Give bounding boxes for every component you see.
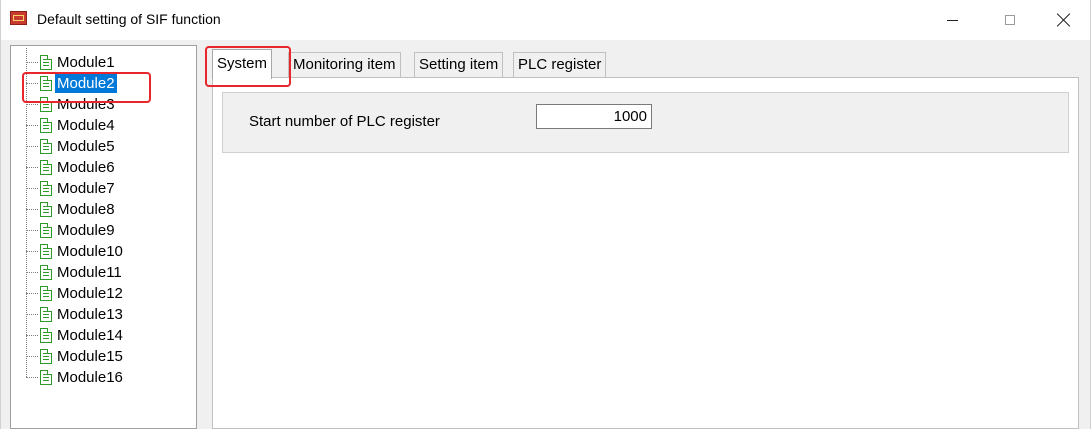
start-number-input[interactable] <box>536 104 652 129</box>
dialog-client: Module1 Module2 Module3 Module4 Module5 Modul… <box>1 40 1090 429</box>
document-icon <box>40 265 52 280</box>
tree-item-module12[interactable]: Module12 <box>11 283 196 304</box>
tree-item-module5[interactable]: Module5 <box>11 136 196 157</box>
document-icon <box>40 55 52 70</box>
tree-item-label: Module4 <box>57 117 115 134</box>
document-icon <box>40 160 52 175</box>
tree-item-module14[interactable]: Module14 <box>11 325 196 346</box>
document-icon <box>40 223 52 238</box>
document-icon <box>40 370 52 385</box>
tree-item-label: Module16 <box>57 369 123 386</box>
minimize-button[interactable] <box>929 0 975 40</box>
tab-plc-register[interactable]: PLC register <box>513 52 607 78</box>
tree-item-label: Module1 <box>57 54 115 71</box>
tree-item-label: Module10 <box>57 243 123 260</box>
tree-item-module11[interactable]: Module11 <box>11 262 196 283</box>
tree-item-label: Module14 <box>57 327 123 344</box>
document-icon <box>40 328 52 343</box>
maximize-button[interactable] <box>987 0 1033 40</box>
tree-item-module1[interactable]: Module1 <box>11 52 196 73</box>
tree-item-label: Module13 <box>57 306 123 323</box>
tree-item-module13[interactable]: Module13 <box>11 304 196 325</box>
document-icon <box>40 181 52 196</box>
tree-connector-line <box>26 251 38 252</box>
tree-connector-line <box>26 356 38 357</box>
window-title: Default setting of SIF function <box>37 11 221 27</box>
document-icon <box>40 349 52 364</box>
document-icon <box>40 118 52 133</box>
tree-connector-line <box>26 188 38 189</box>
document-icon <box>40 244 52 259</box>
tree-connector-line <box>26 335 38 336</box>
app-icon <box>10 11 27 25</box>
tree-connector-line <box>26 314 38 315</box>
close-button[interactable] <box>1041 0 1087 40</box>
tree-connector-line <box>26 209 38 210</box>
document-icon <box>40 202 52 217</box>
document-icon <box>40 307 52 322</box>
dialog-window: Default setting of SIF function Module1 M… <box>0 0 1091 429</box>
tree-connector-line <box>26 125 38 126</box>
tree-item-label: Module8 <box>57 201 115 218</box>
system-tab-highlight <box>205 46 291 87</box>
tree-connector-line <box>26 62 38 63</box>
tree-item-label: Module11 <box>57 264 122 281</box>
tree-item-module4[interactable]: Module4 <box>11 115 196 136</box>
document-icon <box>40 286 52 301</box>
tree-item-module16[interactable]: Module16 <box>11 367 196 388</box>
maximize-icon <box>1005 15 1015 25</box>
tree-connector-line <box>26 146 38 147</box>
title-bar[interactable]: Default setting of SIF function <box>1 0 1090 40</box>
tab-setting-item[interactable]: Setting item <box>414 52 504 78</box>
tree-item-label: Module6 <box>57 159 115 176</box>
tree-connector-line <box>26 293 38 294</box>
tree-connector-line <box>26 230 38 231</box>
tree-item-label: Module9 <box>57 222 115 239</box>
tree-item-label: Module7 <box>57 180 115 197</box>
tree-connector-line <box>26 377 38 378</box>
tree-connector-line <box>26 272 38 273</box>
tree-item-label: Module12 <box>57 285 123 302</box>
tree-connector-line <box>26 104 38 105</box>
tree-item-label: Module5 <box>57 138 115 155</box>
tree-item-module15[interactable]: Module15 <box>11 346 196 367</box>
tree-connector-line <box>26 167 38 168</box>
tree-item-module9[interactable]: Module9 <box>11 220 196 241</box>
document-icon <box>40 139 52 154</box>
module2-highlight <box>22 72 151 103</box>
tree-item-module6[interactable]: Module6 <box>11 157 196 178</box>
close-icon <box>1057 13 1071 27</box>
tree-item-module10[interactable]: Module10 <box>11 241 196 262</box>
tree-item-module8[interactable]: Module8 <box>11 199 196 220</box>
minimize-icon <box>946 19 958 21</box>
tab-monitoring-item[interactable]: Monitoring item <box>288 52 401 78</box>
system-tab-panel: Start number of PLC register <box>212 77 1079 429</box>
start-number-label: Start number of PLC register <box>249 113 440 130</box>
tree-item-module7[interactable]: Module7 <box>11 178 196 199</box>
plc-register-group: Start number of PLC register <box>222 92 1069 153</box>
tree-item-label: Module15 <box>57 348 123 365</box>
